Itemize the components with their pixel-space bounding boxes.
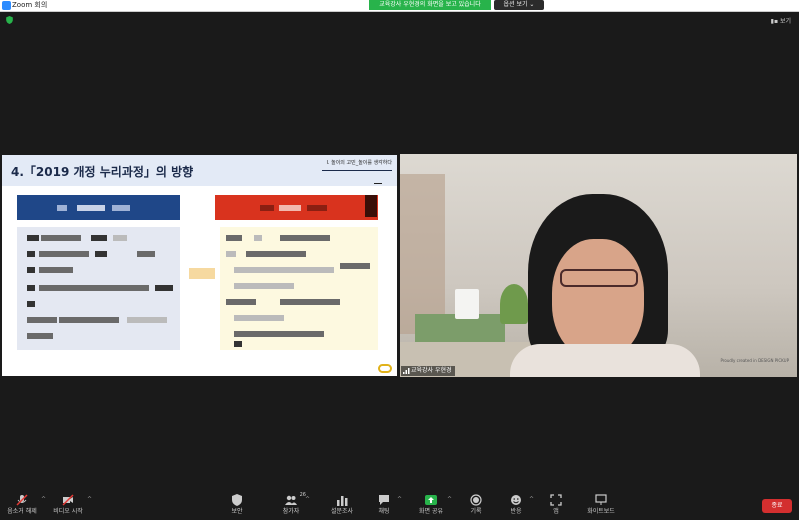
microphone-muted-icon [16,494,28,506]
shield-icon[interactable] [6,16,13,24]
security-label: 보안 [231,508,243,515]
video-label: 비디오 시작 [53,508,83,515]
shared-screen: 4.「2019 개정 누리과정」의 방향 Ⅰ. 놀이의 고민_놀이를 생각하다 [2,155,397,376]
mute-button[interactable]: 음소거 해제 ^ [4,490,46,520]
participants-button[interactable]: 참가자 26 ^ [278,490,310,520]
person-body [510,344,700,377]
right-column-header [215,195,378,220]
slide-mark-line [374,183,382,187]
apps-button[interactable]: 앱 [546,490,566,520]
whiteboard-button[interactable]: 화이트보드 [584,490,618,520]
polls-button[interactable]: 설문조사 [328,490,356,520]
security-button[interactable]: 보안 [224,490,250,520]
video-caret-icon[interactable]: ^ [87,496,92,503]
zoom-app-icon [2,1,11,10]
apps-label: 앱 [553,508,559,515]
share-screen-label: 화면 공유 [419,508,443,515]
mute-label: 음소거 해제 [7,508,37,515]
polls-icon [337,496,348,506]
screen-share-banner: 교육강사 우현경의 화면을 보고 있습니다 [369,0,491,10]
record-button[interactable]: 기록 [464,490,488,520]
participant-name: 교육강사 우현경 [411,367,452,374]
participants-label: 참가자 [282,508,300,515]
share-caret-icon[interactable]: ^ [447,496,452,503]
participant-name-label: 교육강사 우현경 [401,366,455,376]
slide-title: 4.「2019 개정 누리과정」의 방향 [11,165,194,179]
chat-caret-icon[interactable]: ^ [397,496,402,503]
window-title: Zoom 회의 [12,1,48,9]
record-icon [470,494,482,506]
whiteboard-icon [595,494,607,505]
reactions-button[interactable]: 반응 ^ [504,490,534,520]
participants-caret-icon[interactable]: ^ [305,496,310,503]
view-grid-icon: ▮▪ [770,18,779,25]
security-shield-icon [232,494,242,506]
view-button-label: 보기 [779,18,791,25]
person-glasses [560,269,638,287]
share-screen-button[interactable]: 화면 공유 ^ [416,490,452,520]
reactions-caret-icon[interactable]: ^ [529,496,534,503]
slide-section-underline [322,170,392,171]
polls-label: 설문조사 [330,508,354,515]
video-watermark: Proudly created in DESIGN PICKUP [720,358,789,363]
video-button[interactable]: 비디오 시작 ^ [50,490,92,520]
slide-logo [378,364,392,373]
record-label: 기록 [470,508,482,515]
reactions-label: 반응 [510,508,522,515]
left-content-box [17,227,180,350]
participant-video: Proudly created in DESIGN PICKUP [400,154,797,377]
chat-icon [379,495,389,505]
reactions-icon [511,495,521,505]
participants-icon [285,495,297,505]
left-column-header [17,195,180,220]
chat-label: 채팅 [378,508,390,515]
video-mug [455,289,479,319]
view-button[interactable]: ▮▪ 보기 [771,16,791,25]
chat-button[interactable]: 채팅 ^ [372,490,402,520]
video-plant [500,284,528,324]
view-options-button[interactable]: 옵션 보기 ⌄ [494,0,544,10]
video-off-icon [62,494,74,506]
signal-icon [403,368,410,374]
apps-icon [550,494,562,506]
video-brick-wall [400,174,445,334]
whiteboard-label: 화이트보드 [587,508,615,515]
mute-caret-icon[interactable]: ^ [41,496,46,503]
slide-header: 4.「2019 개정 누리과정」의 방향 Ⅰ. 놀이의 고민_놀이를 생각하다 [2,155,397,186]
person-face [552,239,644,359]
share-screen-icon [425,495,437,505]
slide-section-label: Ⅰ. 놀이의 고민_놀이를 생각하다 [326,160,392,166]
slide-arrow [189,268,215,279]
end-meeting-button[interactable]: 종료 [762,499,792,513]
meeting-toolbar: 음소거 해제 ^ 비디오 시작 ^ 보안 참가자 26 ^ 설문조사 채팅 ^ … [0,490,799,520]
right-content-box [220,227,378,350]
